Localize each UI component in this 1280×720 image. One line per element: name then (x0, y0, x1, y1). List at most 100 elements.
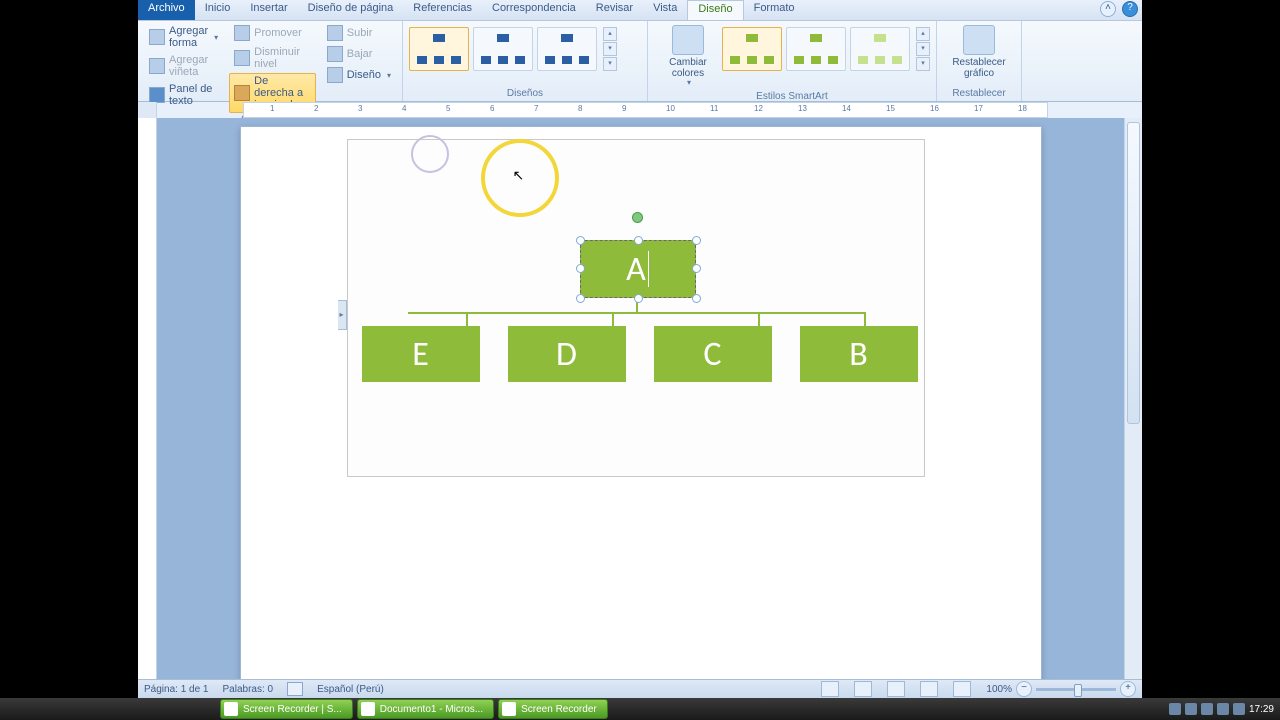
tray-icon[interactable] (1185, 703, 1197, 715)
tab-insertar[interactable]: Insertar (240, 0, 297, 20)
tab-formato[interactable]: Formato (744, 0, 805, 20)
smartart-node-child[interactable]: C (654, 326, 772, 382)
promote-label: Promover (254, 27, 302, 39)
demote-button: Disminuir nivel (229, 44, 316, 72)
layout-thumb-2[interactable] (473, 27, 533, 71)
move-up-button: Subir (322, 23, 396, 43)
ruler-bar: 123456789101112131415161718 (138, 102, 1142, 119)
view-outline[interactable] (920, 681, 938, 697)
add-shape-button[interactable]: Agregar forma (144, 23, 223, 51)
status-language[interactable]: Español (Perú) (317, 684, 384, 695)
help-icon[interactable]: ? (1122, 1, 1138, 17)
text-panel-label: Panel de texto (169, 83, 218, 107)
connector (408, 312, 864, 314)
tab-correspondencia[interactable]: Correspondencia (482, 0, 586, 20)
layout-thumb-1[interactable] (409, 27, 469, 71)
group-styles-label: Estilos SmartArt (654, 90, 930, 103)
ruler-corner[interactable] (138, 102, 157, 118)
taskbar-app-3[interactable]: Screen Recorder (498, 699, 608, 719)
resize-handle[interactable] (692, 294, 701, 303)
page[interactable]: ▸ A (240, 126, 1042, 680)
move-up-label: Subir (347, 27, 373, 39)
tab-revisar[interactable]: Revisar (586, 0, 643, 20)
layout-button[interactable]: Diseño (322, 65, 396, 85)
smartart-canvas[interactable]: ▸ A (347, 139, 925, 477)
text-cursor (648, 251, 649, 287)
reset-label: Restablecer gráfico (951, 57, 1007, 79)
connector (758, 312, 760, 326)
smartart-node-child[interactable]: E (362, 326, 480, 382)
reset-graphic-button[interactable]: Restablecer gráfico (943, 23, 1015, 81)
tab-inicio[interactable]: Inicio (195, 0, 241, 20)
style-thumb-1[interactable] (722, 27, 782, 71)
zoom-value[interactable]: 100% (986, 684, 1012, 695)
move-down-label: Bajar (347, 48, 373, 60)
taskbar: Screen Recorder | S... Documento1 - Micr… (0, 698, 1280, 720)
view-fullscreen[interactable] (854, 681, 872, 697)
minimize-ribbon-icon[interactable]: ˄ (1100, 1, 1116, 17)
layout-label: Diseño (347, 69, 381, 81)
clock[interactable]: 17:29 (1249, 704, 1274, 715)
view-draft[interactable] (953, 681, 971, 697)
node-text: A (626, 249, 646, 290)
zoom-control: 100% − + (986, 681, 1136, 697)
style-thumb-3[interactable] (850, 27, 910, 71)
tab-vista[interactable]: Vista (643, 0, 687, 20)
smartart-node-root[interactable]: A (580, 240, 696, 298)
layout-thumb-3[interactable] (537, 27, 597, 71)
taskbar-app-1[interactable]: Screen Recorder | S... (220, 699, 353, 719)
connector (864, 312, 866, 326)
change-colors-button[interactable]: Cambiar colores (654, 23, 722, 90)
resize-handle[interactable] (576, 264, 585, 273)
horizontal-ruler[interactable]: 123456789101112131415161718 (243, 102, 1048, 118)
vertical-ruler[interactable] (138, 118, 157, 680)
taskbar-label: Documento1 - Micros... (380, 704, 483, 715)
style-thumb-2[interactable] (786, 27, 846, 71)
status-bar: Página: 1 de 1 Palabras: 0 Español (Perú… (138, 679, 1142, 698)
resize-handle[interactable] (634, 236, 643, 245)
view-print-layout[interactable] (821, 681, 839, 697)
proofing-icon[interactable] (287, 682, 303, 696)
tab-referencias[interactable]: Referencias (403, 0, 482, 20)
app-icon (361, 702, 375, 716)
resize-handle[interactable] (576, 236, 585, 245)
add-bullet-label: Agregar viñeta (169, 54, 218, 78)
tray-icon[interactable] (1217, 703, 1229, 715)
taskbar-label: Screen Recorder (521, 704, 597, 715)
add-shape-label: Agregar forma (169, 25, 208, 49)
zoom-slider[interactable] (1036, 688, 1116, 691)
tab-diseno-pagina[interactable]: Diseño de página (298, 0, 404, 20)
resize-handle[interactable] (692, 264, 701, 273)
group-reset-label: Restablecer (943, 87, 1015, 100)
scrollbar-thumb[interactable] (1127, 122, 1140, 424)
add-bullet-button: Agregar viñeta (144, 52, 223, 80)
click-ring-fade (411, 135, 449, 173)
smartart-node-child[interactable]: D (508, 326, 626, 382)
tray-icon[interactable] (1233, 703, 1245, 715)
resize-handle[interactable] (692, 236, 701, 245)
taskbar-app-2[interactable]: Documento1 - Micros... (357, 699, 494, 719)
resize-handle[interactable] (576, 294, 585, 303)
status-words[interactable]: Palabras: 0 (223, 684, 274, 695)
tray-icon[interactable] (1169, 703, 1181, 715)
ribbon: Agregar forma Agregar viñeta Panel de te… (138, 21, 1142, 102)
resize-handle[interactable] (634, 294, 643, 303)
app-icon (224, 702, 238, 716)
cursor-icon: ↖ (513, 167, 525, 184)
tray-icon[interactable] (1201, 703, 1213, 715)
tab-diseno[interactable]: Diseño (687, 0, 743, 20)
view-web[interactable] (887, 681, 905, 697)
rotate-handle[interactable] (632, 212, 643, 223)
layout-gallery-spinner[interactable]: ▴▾▾ (603, 27, 617, 71)
app-icon (502, 702, 516, 716)
text-pane-toggle[interactable]: ▸ (338, 300, 347, 330)
tab-file[interactable]: Archivo (138, 0, 195, 20)
zoom-out-button[interactable]: − (1016, 681, 1032, 697)
style-gallery-spinner[interactable]: ▴▾▾ (916, 27, 930, 71)
promote-button: Promover (229, 23, 316, 43)
zoom-in-button[interactable]: + (1120, 681, 1136, 697)
smartart-node-child[interactable]: B (800, 326, 918, 382)
status-page[interactable]: Página: 1 de 1 (144, 684, 209, 695)
taskbar-label: Screen Recorder | S... (243, 704, 342, 715)
vertical-scrollbar[interactable] (1124, 118, 1142, 680)
